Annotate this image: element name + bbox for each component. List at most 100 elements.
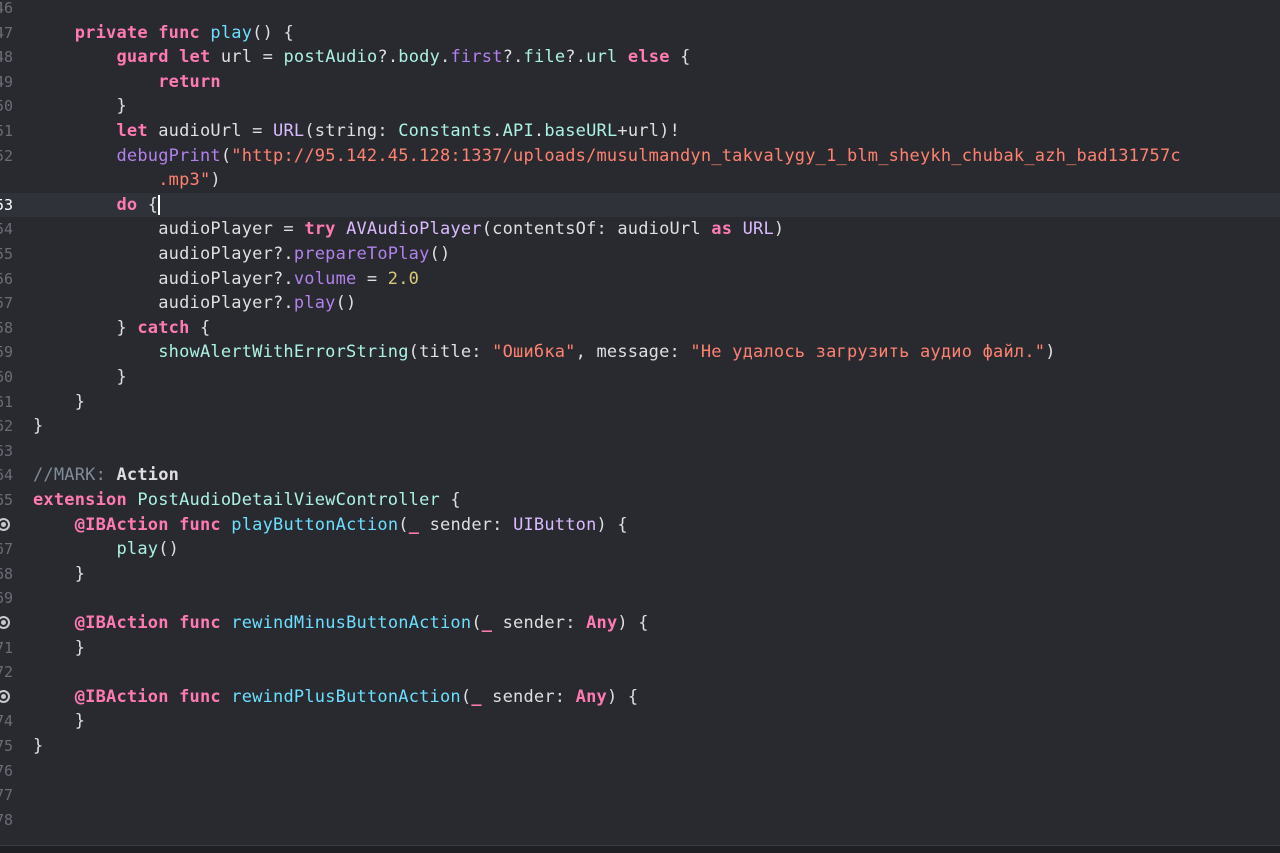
code-token: try <box>304 219 336 240</box>
code-token: audioPlayer = <box>33 219 305 240</box>
ibaction-connection-icon[interactable] <box>0 616 10 629</box>
code-token: ( <box>220 145 232 166</box>
code-line[interactable]: 60 } <box>0 365 1280 390</box>
code-line[interactable]: 46 <box>0 0 1280 21</box>
code-line[interactable]: 72 <box>0 660 1280 685</box>
code-token: func <box>158 22 200 43</box>
code-line[interactable]: 76 <box>0 759 1280 784</box>
code-line-current[interactable]: 53 do { <box>0 192 1280 218</box>
line-number: 78 <box>0 810 13 829</box>
code-token: _ <box>408 514 420 535</box>
code-line[interactable]: 62} <box>0 414 1280 439</box>
code-line[interactable]: 52 debugPrint("http://95.142.45.128:1337… <box>0 144 1280 169</box>
line-number: 63 <box>0 441 13 460</box>
code-line[interactable]: 67 play() <box>0 537 1280 562</box>
code-token: } <box>33 736 44 756</box>
code-line[interactable]: 55 audioPlayer?.prepareToPlay() <box>0 242 1280 267</box>
code-token: volume <box>293 268 357 289</box>
code-text: private func play() { <box>33 21 294 46</box>
code-line[interactable]: 68 } <box>0 562 1280 587</box>
code-token: ( <box>398 514 409 535</box>
code-line[interactable]: 59 showAlertWithErrorString(title: "Ошиб… <box>0 340 1280 365</box>
ibaction-connection-icon[interactable] <box>0 689 10 703</box>
line-number: 64 <box>0 466 13 485</box>
code-token: } <box>33 711 86 732</box>
code-token: (title: <box>408 342 493 363</box>
code-token: "Не удалось загрузить аудио файл." <box>690 342 1046 363</box>
code-line[interactable]: 63 <box>0 439 1280 464</box>
code-text: } <box>33 365 127 390</box>
code-line[interactable]: 71 } <box>0 636 1280 661</box>
code-token: } <box>33 416 44 437</box>
code-token: url = <box>210 47 284 68</box>
code-line[interactable]: 75} <box>0 734 1280 759</box>
code-line[interactable]: 65 extension PostAudioDetailViewControlle… <box>0 488 1280 513</box>
code-line[interactable]: .mp3") <box>0 168 1280 193</box>
code-token: @IBAction <box>74 514 169 535</box>
code-line[interactable]: 48 guard let url = postAudio?.body.first… <box>0 45 1280 70</box>
code-token: sender: <box>481 686 576 707</box>
code-line[interactable]: 64 //MARK: Action <box>0 463 1280 488</box>
line-number: 62 <box>0 417 13 436</box>
code-text: .mp3") <box>33 168 221 193</box>
code-text: } <box>33 734 43 759</box>
code-token: ?. <box>377 47 399 68</box>
code-text: } <box>33 94 127 119</box>
code-text: let audioUrl = URL(string: Constants.API… <box>33 119 680 144</box>
code-line[interactable]: 49 return <box>0 70 1280 95</box>
code-line[interactable]: 61 } <box>0 390 1280 415</box>
code-text: } <box>33 709 85 734</box>
code-text: return <box>33 70 221 95</box>
ibaction-connection-icon[interactable] <box>0 517 10 531</box>
code-text: @IBAction func playButtonAction(_ sender… <box>33 513 628 538</box>
code-line[interactable]: 51 let audioUrl = URL(string: Constants.… <box>0 119 1280 144</box>
code-token: func <box>179 514 221 535</box>
code-line[interactable]: 57 audioPlayer?.play() <box>0 291 1280 316</box>
code-token: body <box>398 47 441 68</box>
code-line[interactable]: 58 } catch { <box>0 316 1280 341</box>
code-token: ( <box>460 686 472 707</box>
code-token: do <box>116 194 138 215</box>
code-token: baseURL <box>544 121 618 141</box>
code-text: audioPlayer?.volume = 2.0 <box>33 267 419 292</box>
code-line[interactable]: 70 @IBAction func rewindMinusButtonActio… <box>0 611 1280 636</box>
code-line[interactable]: 73 @IBAction func rewindPlusButtonAction… <box>0 685 1280 710</box>
line-number: 68 <box>0 564 13 583</box>
code-token: as <box>711 219 733 240</box>
code-token: audioUrl = <box>147 121 274 141</box>
code-line[interactable]: 50 } <box>0 94 1280 119</box>
code-token: API <box>502 121 534 141</box>
code-line[interactable]: 69 <box>0 586 1280 611</box>
code-line[interactable]: 74 } <box>0 709 1280 734</box>
code-token: . <box>492 121 503 141</box>
code-token: file <box>523 47 566 68</box>
code-token: play <box>293 293 336 314</box>
code-text: //MARK: Action <box>33 463 179 488</box>
code-token: ) { <box>617 613 649 633</box>
code-line[interactable]: 54 audioPlayer = try AVAudioPlayer(conte… <box>0 217 1280 242</box>
code-token: () <box>429 244 451 264</box>
line-number: 69 <box>0 589 13 608</box>
code-token: extension <box>33 490 127 510</box>
code-token: () { <box>252 22 294 43</box>
code-line[interactable]: 56 audioPlayer?.volume = 2.0 <box>0 267 1280 292</box>
code-token: (string: <box>304 121 399 141</box>
code-token: ( <box>471 613 482 633</box>
line-number: 61 <box>0 392 13 411</box>
code-line[interactable]: 78 <box>0 808 1280 833</box>
code-token: UIButton <box>513 514 597 535</box>
code-line[interactable]: 66 @IBAction func playButtonAction(_ sen… <box>0 513 1280 538</box>
code-token: } <box>33 317 138 338</box>
code-text: audioPlayer?.prepareToPlay() <box>33 242 450 267</box>
code-token: _ <box>471 686 482 707</box>
code-editor[interactable]: 4647 private func play() {48 guard let u… <box>0 0 1280 845</box>
code-token: ) <box>773 219 785 240</box>
code-line[interactable]: 47 private func play() { <box>0 21 1280 46</box>
code-line[interactable]: 77 <box>0 783 1280 808</box>
code-token: .mp3" <box>158 170 211 191</box>
